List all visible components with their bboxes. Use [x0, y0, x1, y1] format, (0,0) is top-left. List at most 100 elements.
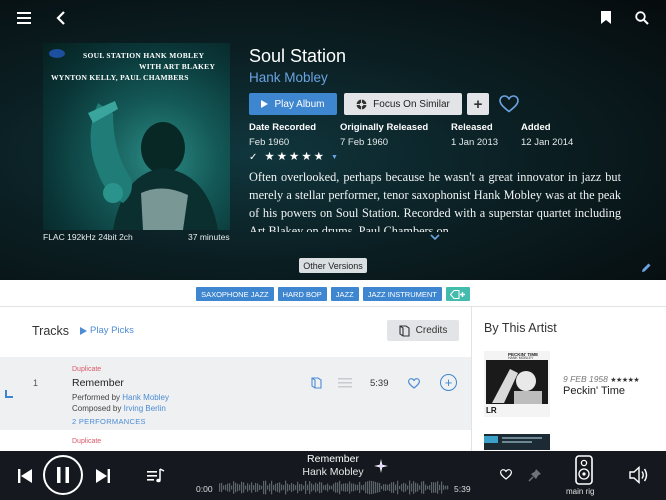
waveform-bar	[311, 483, 313, 492]
book-icon[interactable]	[310, 376, 323, 389]
add-tag-icon[interactable]	[445, 287, 470, 301]
volume-icon[interactable]	[628, 465, 650, 485]
waveform-bar	[331, 485, 333, 490]
duplicate-badge: Duplicate	[72, 366, 102, 373]
waveform-bar	[333, 483, 335, 492]
waveform-bar	[377, 482, 379, 493]
waveform-bar	[409, 480, 411, 495]
edit-pencil-icon[interactable]	[641, 260, 653, 272]
cover-text: LR	[486, 406, 497, 415]
play-album-button[interactable]: Play Album	[249, 93, 337, 115]
waveform-bar	[219, 483, 221, 492]
waveform-bar	[415, 482, 417, 493]
waveform-bar	[381, 485, 383, 490]
waveform-bar	[277, 482, 279, 493]
waveform-bar	[225, 484, 227, 491]
album-cover[interactable]: SOUL STATION HANK MOBLEY WITH ART BLAKEY…	[43, 43, 230, 230]
caret-down-icon[interactable]: ▼	[331, 154, 338, 161]
now-playing-title[interactable]: Remember	[0, 453, 666, 465]
waveform-bar	[421, 481, 423, 494]
zone-name[interactable]: main rig	[566, 487, 594, 496]
composer-link[interactable]: Irving Berlin	[124, 404, 166, 413]
column-divider	[471, 306, 472, 452]
waveform-bar	[253, 485, 255, 490]
waveform-bar	[413, 481, 415, 494]
album-duration: 37 minutes	[188, 232, 230, 242]
waveform-bar	[301, 484, 303, 491]
waveform-bar	[325, 484, 327, 491]
chevron-down-icon[interactable]	[430, 232, 440, 243]
waveform-bar	[367, 481, 369, 494]
related-album-title[interactable]: Peckin' Time	[563, 385, 625, 397]
play-picks-button[interactable]: Play Picks	[80, 325, 134, 336]
waveform-bar	[439, 484, 441, 491]
focus-on-similar-button[interactable]: Focus On Similar	[344, 93, 462, 115]
other-versions-button[interactable]: Other Versions	[299, 258, 367, 273]
speaker-zone-icon[interactable]	[573, 454, 595, 486]
related-album-cover[interactable]	[484, 434, 550, 450]
now-playing-artist[interactable]: Hank Mobley	[0, 466, 666, 478]
check-icon: ✓	[249, 152, 258, 164]
star-icon[interactable]: ★	[301, 151, 311, 164]
waveform-bar	[315, 482, 317, 493]
waveform-bar	[379, 482, 381, 493]
pin-icon[interactable]	[527, 467, 542, 482]
waveform-bar	[355, 484, 357, 491]
heart-icon[interactable]	[408, 377, 420, 389]
add-to-library-button[interactable]: +	[467, 93, 489, 115]
track-row[interactable]	[0, 357, 471, 430]
search-icon[interactable]	[632, 8, 652, 28]
waveform-bar	[363, 484, 365, 491]
heart-icon[interactable]	[498, 93, 520, 115]
waveform-bar	[389, 483, 391, 492]
genre-tag[interactable]: JAZZ	[330, 287, 359, 301]
waveform-bar	[339, 480, 341, 495]
waveform-bar	[297, 481, 299, 494]
genre-tag[interactable]: JAZZ INSTRUMENT	[362, 287, 442, 301]
artist-link[interactable]: Hank Mobley	[249, 70, 328, 85]
play-icon	[261, 100, 269, 108]
star-icon[interactable]: ★	[277, 151, 287, 164]
waveform-bar	[371, 480, 373, 495]
menu-icon[interactable]	[14, 9, 34, 27]
genre-tag[interactable]: HARD BOP	[277, 287, 327, 301]
waveform-seekbar[interactable]	[219, 479, 449, 496]
heart-icon[interactable]	[499, 468, 512, 481]
waveform-bar	[441, 481, 443, 494]
album-rating[interactable]: ✓ ★ ★ ★ ★ ★ ▼	[249, 151, 338, 164]
related-album-cover[interactable]: PECKIN' TIME HANK MOBLEY LR	[484, 351, 550, 417]
waveform-bar	[347, 483, 349, 492]
waveform-bar	[399, 485, 401, 490]
waveform-bar	[323, 485, 325, 490]
duplicate-badge: Duplicate	[72, 438, 102, 445]
waveform-bar	[373, 481, 375, 494]
meta-added: Added 12 Jan 2014	[521, 122, 574, 148]
waveform-bar	[307, 484, 309, 491]
waveform-bar	[437, 481, 439, 494]
waveform-bar	[411, 483, 413, 492]
add-track-icon[interactable]: +	[440, 374, 457, 391]
star-icon[interactable]: ★	[314, 151, 324, 164]
credits-button[interactable]: Credits	[387, 320, 459, 341]
waveform-bar	[321, 482, 323, 493]
waveform-bar	[387, 484, 389, 491]
performer-link[interactable]: Hank Mobley	[122, 393, 169, 402]
waveform-bar	[303, 485, 305, 490]
performances-link[interactable]: 2 PERFORMANCES	[72, 417, 146, 426]
waveform-bar	[445, 485, 447, 490]
track-title[interactable]: Remember	[72, 377, 124, 389]
waveform-bar	[385, 484, 387, 491]
waveform-bar	[337, 482, 339, 493]
waveform-bar	[423, 481, 425, 494]
genre-tag[interactable]: SAXOPHONE JAZZ	[196, 287, 274, 301]
back-arrow-icon[interactable]	[52, 9, 70, 27]
sparkle-icon	[374, 459, 388, 473]
waveform-bar	[359, 481, 361, 494]
star-icon[interactable]: ★	[264, 151, 274, 164]
star-icon[interactable]: ★	[289, 151, 299, 164]
bookmark-icon[interactable]	[598, 8, 614, 26]
waveform-bar	[263, 480, 265, 495]
lyrics-icon[interactable]	[338, 377, 352, 388]
play-icon	[80, 326, 87, 335]
waveform-bar	[283, 485, 285, 490]
